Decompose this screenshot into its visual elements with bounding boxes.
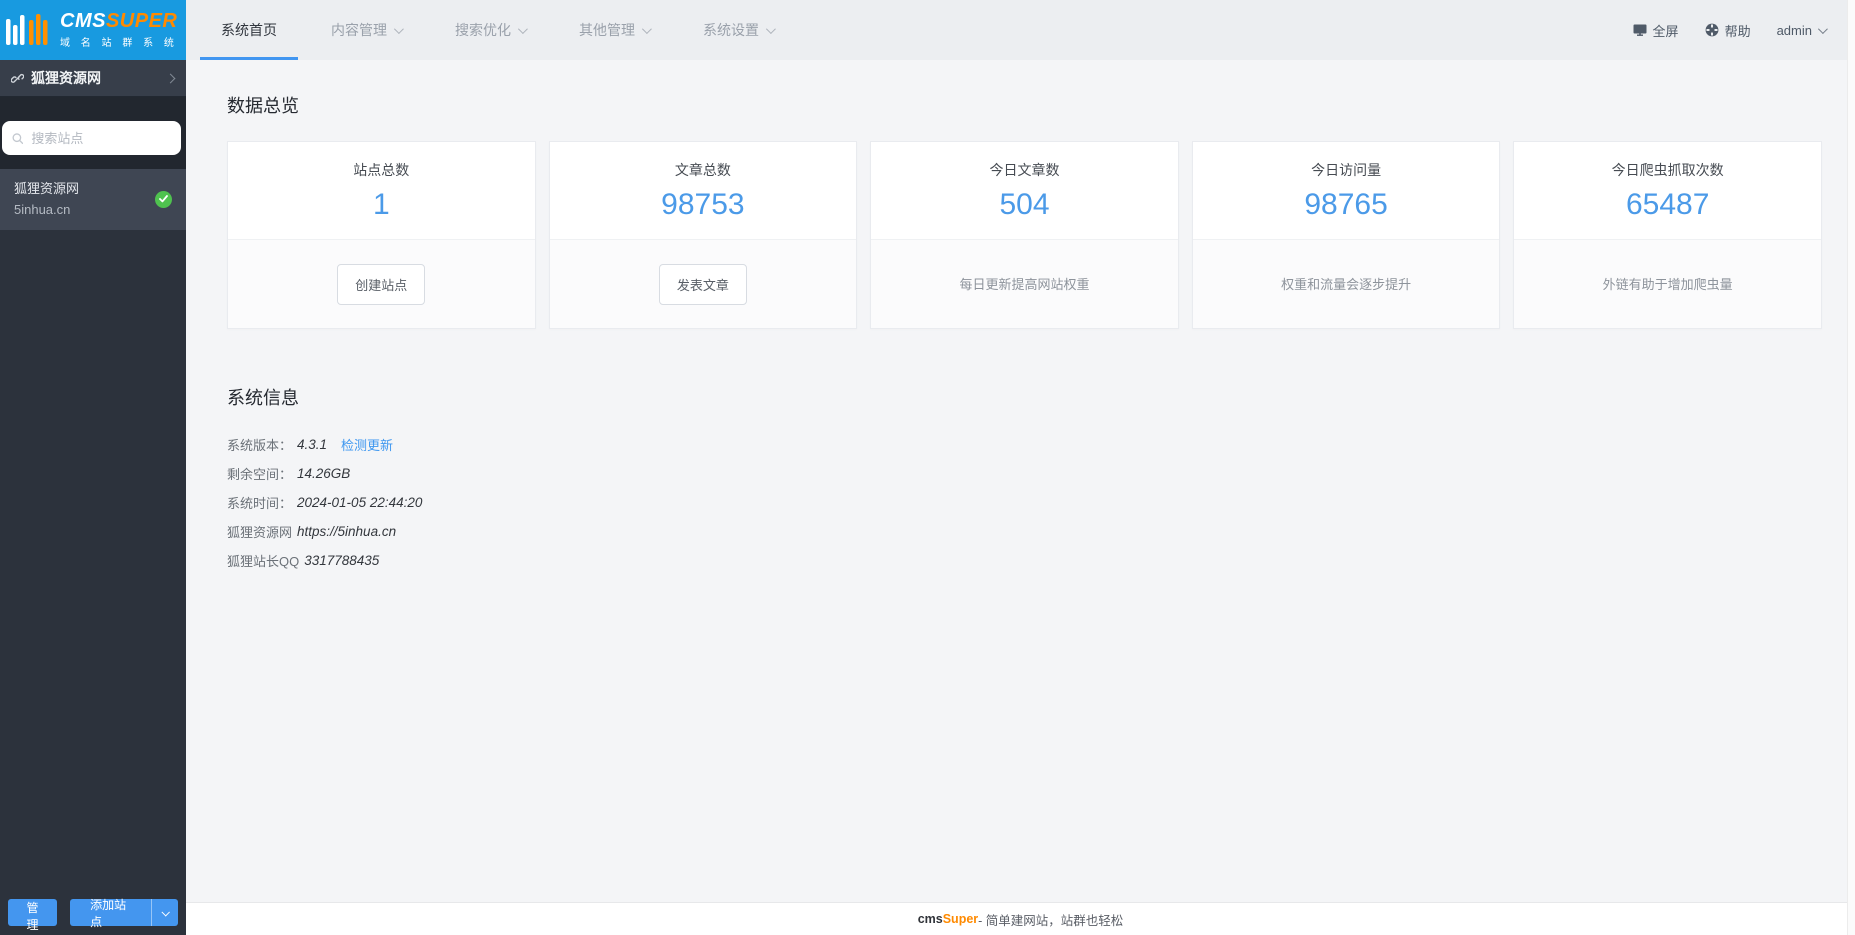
link-icon	[11, 73, 24, 83]
chevron-right-icon	[165, 73, 176, 83]
card-note: 外链有助于增加爬虫量	[1602, 277, 1733, 292]
info-row-disk: 剩余空间： 14.26GB	[227, 459, 1822, 488]
system-info-title: 系统信息	[227, 388, 299, 408]
site-item-domain: 5inhua.cn	[14, 202, 71, 217]
publish-article-button[interactable]: 发表文章	[658, 264, 747, 305]
card-today-articles: 今日文章数 504 每日更新提高网站权重	[870, 141, 1179, 329]
info-value: 14.26GB	[297, 466, 351, 481]
topbar: CMSSUPER 域 名 站 群 系 统 系统首页 内容管理 搜索优化 其他管理…	[0, 0, 1855, 60]
topbar-actions: 全屏 帮助 admin	[1633, 0, 1855, 60]
add-site-dropdown-toggle[interactable]	[151, 899, 178, 926]
chevron-down-icon	[765, 23, 776, 34]
card-title: 今日爬虫抓取次数	[1611, 162, 1724, 178]
site-item-name: 狐狸资源网	[14, 181, 80, 196]
card-title: 今日访问量	[1311, 162, 1382, 178]
site-list-item[interactable]: 狐狸资源网 5inhua.cn	[0, 169, 186, 230]
card-note: 权重和流量会逐步提升	[1281, 277, 1412, 292]
check-update-link[interactable]: 检测更新	[341, 435, 393, 454]
card-today-visits: 今日访问量 98765 权重和流量会逐步提升	[1191, 141, 1501, 329]
footer-tagline: - 简单建网站，站群也轻松	[978, 913, 1124, 928]
footer-brand-cms: cms	[917, 912, 943, 926]
info-value: https://5inhua.cn	[297, 524, 397, 539]
info-value: 3317788435	[304, 553, 380, 568]
brand-subtitle: 域 名 站 群 系 统	[60, 38, 178, 49]
sidebar-footer: 管理 添加站点	[0, 898, 186, 935]
info-label: 狐狸站长QQ	[227, 554, 300, 569]
brand-name: CMSSUPER	[60, 10, 178, 32]
search-input[interactable]	[31, 130, 171, 146]
info-row-version: 系统版本： 4.3.1 检测更新	[227, 430, 1822, 459]
chevron-down-icon	[393, 23, 404, 34]
card-value: 98753	[661, 188, 745, 221]
card-today-crawls: 今日爬虫抓取次数 65487 外链有助于增加爬虫量	[1513, 141, 1822, 329]
info-row-time: 系统时间： 2024-01-05 22:44:20	[227, 488, 1822, 517]
card-title: 文章总数	[674, 162, 731, 178]
info-row-site-url: 狐狸资源网 https://5inhua.cn	[227, 517, 1822, 546]
user-menu[interactable]: admin	[1776, 22, 1828, 38]
create-site-button[interactable]: 创建站点	[337, 264, 426, 305]
chevron-down-icon	[517, 23, 528, 34]
tab-system-settings[interactable]: 系统设置	[676, 0, 800, 60]
main-content: 数据总览 站点总数 1 创建站点 文章总数 98753 发表文章 今日文章数 5…	[186, 60, 1855, 902]
site-active-check-icon	[155, 190, 172, 208]
chevron-down-icon	[1817, 23, 1828, 34]
help-circle-icon	[1705, 23, 1718, 37]
fullscreen-button[interactable]: 全屏	[1633, 21, 1679, 40]
card-value: 98765	[1304, 188, 1388, 221]
card-title: 站点总数	[353, 162, 410, 178]
card-value: 504	[999, 188, 1050, 221]
info-label: 狐狸资源网	[227, 525, 293, 540]
chevron-down-icon	[161, 907, 171, 917]
tab-other-management[interactable]: 其他管理	[552, 0, 676, 60]
tab-content-management[interactable]: 内容管理	[304, 0, 428, 60]
add-site-button[interactable]: 添加站点	[70, 898, 178, 929]
info-row-qq: 狐狸站长QQ 3317788435	[227, 546, 1822, 575]
current-site-name: 狐狸资源网	[31, 70, 101, 86]
card-title: 今日文章数	[989, 162, 1060, 178]
search-icon	[12, 132, 24, 144]
info-value: 2024-01-05 22:44:20	[297, 495, 423, 510]
site-search-area	[0, 97, 186, 169]
tab-seo[interactable]: 搜索优化	[428, 0, 552, 60]
footer-brand-super: Super	[942, 912, 979, 926]
main-nav: 系统首页 内容管理 搜索优化 其他管理 系统设置	[194, 0, 800, 60]
tab-home[interactable]: 系统首页	[194, 0, 304, 60]
info-value: 4.3.1	[297, 437, 328, 452]
sidebar: 狐狸资源网 狐狸资源网 5inhua.cn 管理 添加站点	[0, 60, 186, 935]
manage-button[interactable]: 管理	[8, 899, 58, 932]
chevron-down-icon	[641, 23, 652, 34]
card-note: 每日更新提高网站权重	[959, 277, 1090, 292]
info-label: 系统版本：	[227, 438, 293, 453]
username: admin	[1776, 22, 1812, 38]
stat-cards: 站点总数 1 创建站点 文章总数 98753 发表文章 今日文章数 504 每日…	[227, 141, 1822, 329]
card-total-sites: 站点总数 1 创建站点	[227, 141, 536, 329]
page-footer: cms Super - 简单建网站，站群也轻松	[186, 902, 1855, 935]
system-info-section: 系统信息 系统版本： 4.3.1 检测更新 剩余空间： 14.26GB 系统时间…	[227, 384, 1822, 575]
scrollbar[interactable]	[1847, 0, 1855, 935]
monitor-icon	[1633, 24, 1647, 36]
card-total-articles: 文章总数 98753 发表文章	[548, 141, 858, 329]
info-label: 系统时间：	[227, 496, 293, 511]
help-button[interactable]: 帮助	[1705, 21, 1751, 40]
info-label: 剩余空间：	[227, 467, 293, 482]
logo: CMSSUPER 域 名 站 群 系 统	[0, 0, 186, 60]
card-value: 65487	[1625, 188, 1710, 221]
logo-bars-icon	[6, 14, 48, 45]
overview-title: 数据总览	[227, 96, 299, 116]
search-box	[2, 121, 181, 155]
current-site-switcher[interactable]: 狐狸资源网	[0, 60, 186, 97]
card-value: 1	[372, 188, 390, 221]
